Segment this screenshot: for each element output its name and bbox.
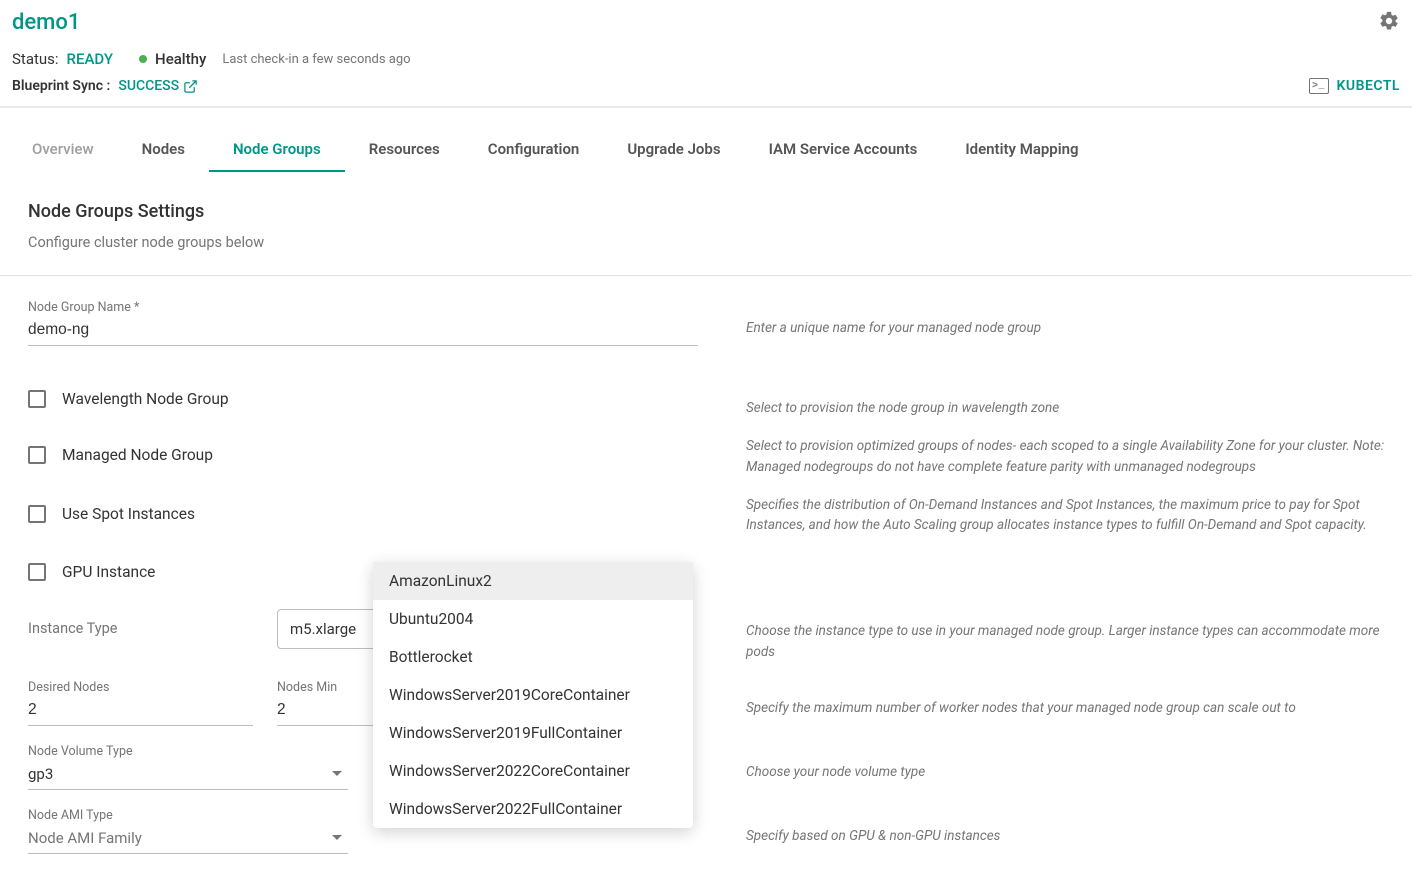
tab-resources[interactable]: Resources [345,128,464,172]
tab-upgrade-jobs[interactable]: Upgrade Jobs [603,128,744,172]
settings-section: Node Groups Settings Configure cluster n… [0,173,1412,854]
status-label: Status: [12,50,59,68]
instance-type-label: Instance Type [28,620,253,637]
tab-node-groups[interactable]: Node Groups [209,128,345,172]
external-link-icon [183,79,198,94]
sync-label: Blueprint Sync : [12,78,110,94]
gear-icon[interactable] [1378,10,1400,36]
terminal-icon: >_ [1309,78,1329,94]
name-input[interactable] [28,317,698,346]
sync-value-link[interactable]: SUCCESS [118,78,198,94]
wavelength-help: Select to provision the node group in wa… [728,380,1396,418]
divider [0,275,1412,276]
spot-label: Use Spot Instances [62,505,195,523]
spot-checkbox[interactable] [28,505,46,523]
dropdown-option-windowsserver2022corecontainer[interactable]: WindowsServer2022CoreContainer [373,752,693,790]
gpu-checkbox[interactable] [28,563,46,581]
section-description: Configure cluster node groups below [28,234,1396,251]
managed-help: Select to provision optimized groups of … [728,436,1396,477]
tab-configuration[interactable]: Configuration [464,128,604,172]
dropdown-option-bottlerocket[interactable]: Bottlerocket [373,638,693,676]
dropdown-option-windowsserver2019fullcontainer[interactable]: WindowsServer2019FullContainer [373,714,693,752]
tab-identity-mapping[interactable]: Identity Mapping [941,128,1102,172]
kubectl-button[interactable]: >_ KUBECTL [1309,78,1400,94]
status-value: READY [67,50,114,68]
section-title: Node Groups Settings [28,201,1396,222]
wavelength-label: Wavelength Node Group [62,390,229,408]
page-title: demo1 [12,10,80,35]
volume-type-label: Node Volume Type [28,744,348,759]
spot-help: Specifies the distribution of On-Demand … [728,495,1396,536]
nodes-help: Specify the maximum number of worker nod… [728,680,1396,718]
last-checkin: Last check-in a few seconds ago [222,52,410,67]
tab-overview[interactable]: Overview [8,128,118,172]
chevron-down-icon [332,771,342,776]
volume-type-select[interactable]: gp3 [28,761,348,790]
dropdown-option-windowsserver2019corecontainer[interactable]: WindowsServer2019CoreContainer [373,676,693,714]
managed-label: Managed Node Group [62,446,213,464]
ami-type-select[interactable]: Node AMI Family [28,825,348,854]
tab-iam-service-accounts[interactable]: IAM Service Accounts [745,128,942,172]
name-label: Node Group Name * [28,300,728,315]
gpu-label: GPU Instance [62,563,155,581]
health-text: Healthy [155,50,206,68]
health-indicator-icon [139,55,147,63]
dropdown-option-windowsserver2022fullcontainer[interactable]: WindowsServer2022FullContainer [373,790,693,828]
volume-type-help: Choose your node volume type [728,744,1396,782]
tab-nodes[interactable]: Nodes [118,128,209,172]
name-help: Enter a unique name for your managed nod… [728,300,1396,338]
wavelength-checkbox[interactable] [28,390,46,408]
ami-type-help: Specify based on GPU & non-GPU instances [728,808,1396,846]
ami-dropdown-menu[interactable]: AmazonLinux2Ubuntu2004BottlerocketWindow… [373,562,693,828]
chevron-down-icon [332,835,342,840]
instance-type-help: Choose the instance type to use in your … [728,609,1396,662]
ami-type-label: Node AMI Type [28,808,348,823]
managed-checkbox[interactable] [28,446,46,464]
tabs: OverviewNodesNode GroupsResourcesConfigu… [0,128,1412,173]
desired-input[interactable] [28,697,253,726]
dropdown-option-amazonlinux2[interactable]: AmazonLinux2 [373,562,693,600]
page-header: demo1 Status: READY Healthy Last check-i… [0,0,1412,108]
desired-label: Desired Nodes [28,680,253,695]
dropdown-option-ubuntu2004[interactable]: Ubuntu2004 [373,600,693,638]
